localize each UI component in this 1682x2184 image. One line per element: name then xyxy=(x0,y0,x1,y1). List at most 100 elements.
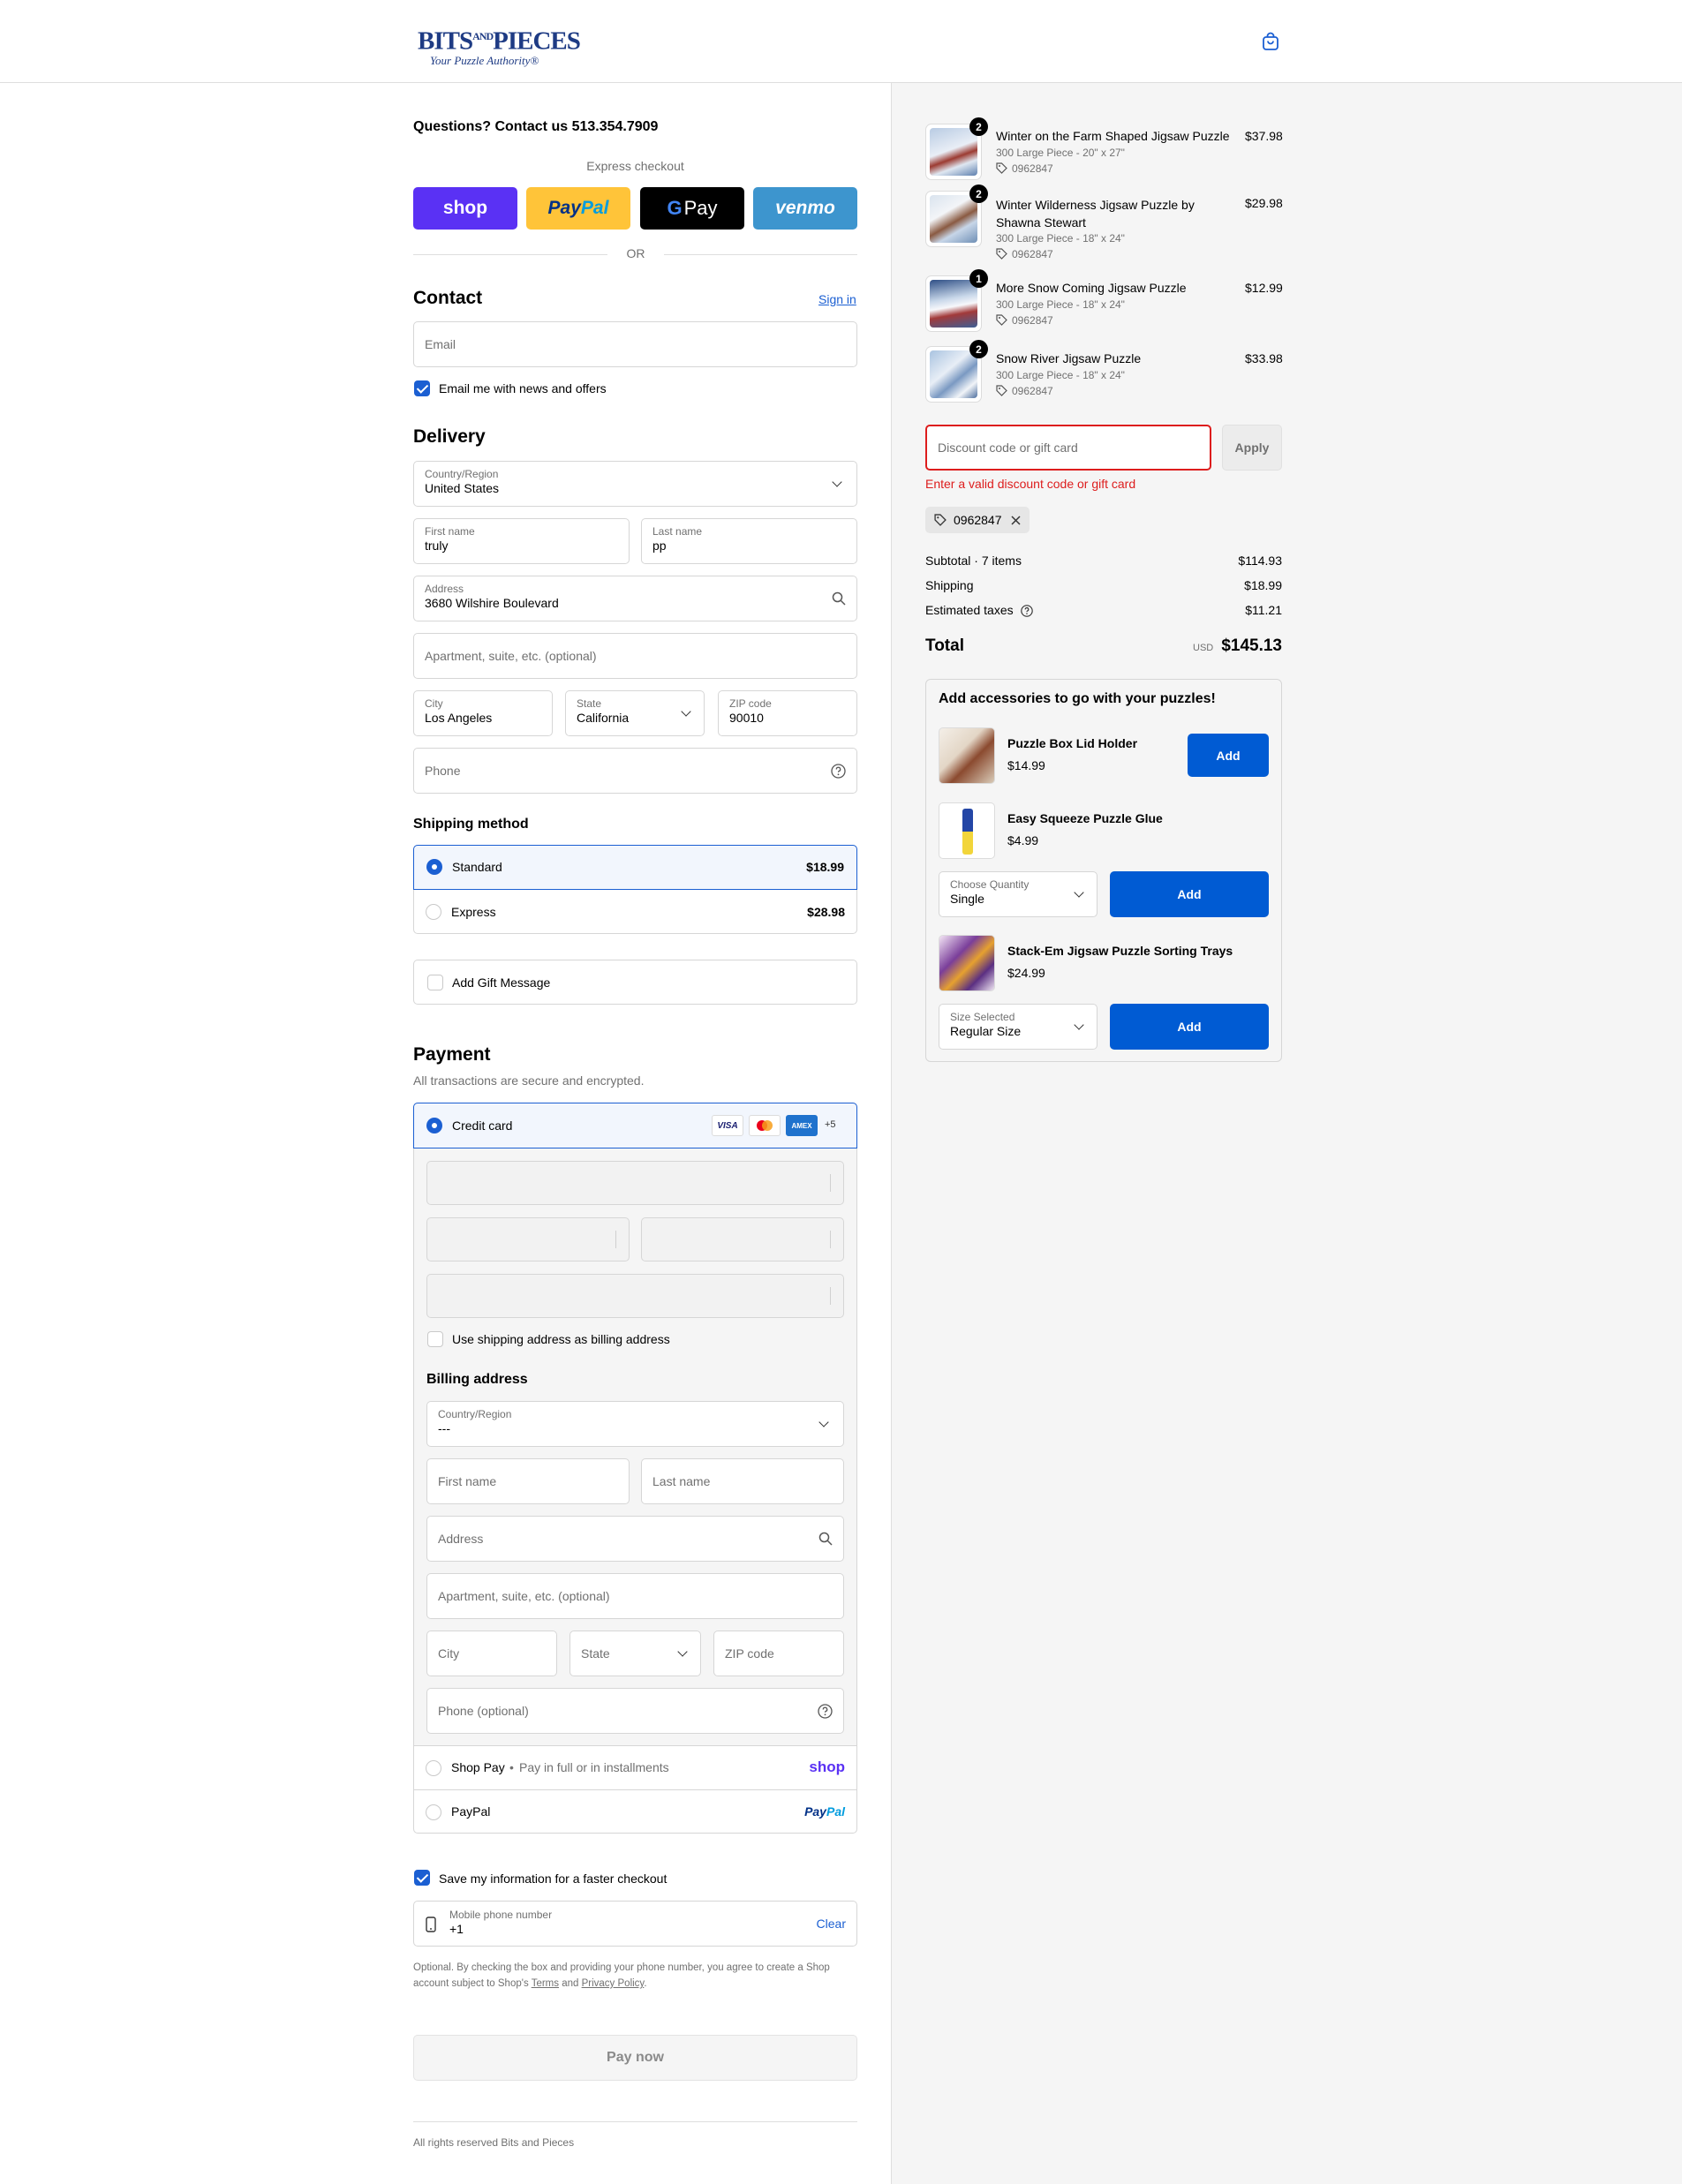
shipping-value: $18.99 xyxy=(1244,578,1282,592)
standard-radio[interactable] xyxy=(426,859,442,875)
help-icon[interactable] xyxy=(831,764,846,779)
email-field[interactable]: Email xyxy=(413,321,857,367)
google-pay-express-button[interactable]: G Pay xyxy=(640,187,744,230)
add-puzzle-box-lid-holder-button[interactable]: Add xyxy=(1188,734,1269,777)
total-label: Total xyxy=(925,636,964,655)
apply-discount-button[interactable]: Apply xyxy=(1222,425,1282,471)
glue-quantity-select[interactable]: Choose Quantity Single xyxy=(939,871,1097,917)
state-select[interactable]: State California xyxy=(565,690,705,736)
puzzle-glue-image xyxy=(939,802,995,859)
search-icon xyxy=(832,591,846,606)
pay-now-button[interactable]: Pay now xyxy=(413,2035,857,2081)
gift-message-label: Add Gift Message xyxy=(452,975,551,990)
chevron-down-icon xyxy=(677,1646,688,1657)
shipping-label: Shipping xyxy=(925,578,974,592)
paypal-express-button[interactable]: Pay Pal xyxy=(526,187,630,230)
more-cards-badge: +5 xyxy=(825,1119,836,1130)
shop-pay-radio[interactable] xyxy=(426,1760,441,1776)
shipping-option-express[interactable]: Express $28.98 xyxy=(413,890,857,934)
billing-country-select[interactable]: Country/Region --- xyxy=(426,1401,844,1447)
mastercard-icon xyxy=(749,1115,781,1136)
close-icon[interactable] xyxy=(1011,516,1021,525)
help-icon[interactable] xyxy=(1021,605,1033,617)
gift-message-checkbox[interactable] xyxy=(427,975,443,990)
standard-label: Standard xyxy=(452,860,502,874)
apartment-field[interactable]: Apartment, suite, etc. (optional) xyxy=(413,633,857,679)
paypal-radio[interactable] xyxy=(426,1804,441,1820)
contact-phone-line: Questions? Contact us 513.354.7909 xyxy=(413,119,659,134)
discount-code-input[interactable]: Discount code or gift card xyxy=(925,425,1211,471)
address-field[interactable]: Address 3680 Wilshire Boulevard xyxy=(413,576,857,621)
billing-address-heading: Billing address xyxy=(426,1372,528,1387)
billing-state-select[interactable]: State xyxy=(569,1630,701,1676)
taxes-value: $11.21 xyxy=(1245,603,1282,617)
express-radio[interactable] xyxy=(426,904,441,920)
billing-apartment-field[interactable]: Apartment, suite, etc. (optional) xyxy=(426,1573,844,1619)
billing-last-name-field[interactable]: Last name xyxy=(641,1458,844,1504)
newsletter-checkbox[interactable] xyxy=(414,380,430,396)
taxes-label: Estimated taxes xyxy=(925,603,1014,617)
payment-heading: Payment xyxy=(413,1044,491,1065)
shopping-bag-icon[interactable] xyxy=(1261,32,1280,51)
billing-city-field[interactable]: City xyxy=(426,1630,557,1676)
gift-message-option[interactable]: Add Gift Message xyxy=(413,960,857,1005)
country-select[interactable]: Country/Region United States xyxy=(413,461,857,507)
billing-zip-field[interactable]: ZIP code xyxy=(713,1630,844,1676)
paypal-option[interactable]: PayPal PayPal xyxy=(413,1789,857,1834)
phone-field[interactable]: Phone xyxy=(413,748,857,794)
security-code-field[interactable] xyxy=(641,1217,844,1261)
mobile-phone-field[interactable]: Mobile phone number +1 Clear xyxy=(413,1901,857,1947)
expiration-field[interactable] xyxy=(426,1217,630,1261)
name-on-card-field[interactable] xyxy=(426,1274,844,1318)
remember-me-label: Save my information for a faster checkou… xyxy=(439,1871,668,1886)
item-price: $33.98 xyxy=(1245,351,1283,365)
product-thumbnail: 2 xyxy=(925,340,988,403)
city-field[interactable]: City Los Angeles xyxy=(413,690,553,736)
chevron-down-icon xyxy=(818,1417,829,1427)
shop-pay-subtitle: Pay in full or in installments xyxy=(519,1760,669,1774)
item-discount-code: 0962847 xyxy=(1012,248,1053,260)
use-shipping-as-billing-checkbox[interactable] xyxy=(427,1331,443,1347)
sign-in-link[interactable]: Sign in xyxy=(818,292,856,306)
tag-icon xyxy=(996,385,1007,396)
item-variant: 300 Large Piece - 20" x 27" xyxy=(996,147,1125,159)
last-name-field[interactable]: Last name pp xyxy=(641,518,857,564)
venmo-express-button[interactable]: venmo xyxy=(753,187,857,230)
product-thumbnail: 2 xyxy=(925,185,988,247)
item-price: $29.98 xyxy=(1245,196,1283,210)
remember-me-checkbox[interactable] xyxy=(414,1870,430,1886)
item-variant: 300 Large Piece - 18" x 24" xyxy=(996,369,1125,381)
express-label: Express xyxy=(451,905,496,919)
privacy-policy-link[interactable]: Privacy Policy xyxy=(582,1978,645,1989)
credit-card-option[interactable]: Credit card VISA AMEX +5 xyxy=(413,1103,857,1148)
shipping-option-standard[interactable]: Standard $18.99 xyxy=(413,845,857,890)
first-name-field[interactable]: First name truly xyxy=(413,518,630,564)
billing-first-name-field[interactable]: First name xyxy=(426,1458,630,1504)
tag-icon xyxy=(934,514,947,526)
contact-heading: Contact xyxy=(413,288,483,308)
billing-address-field[interactable]: Address xyxy=(426,1516,844,1562)
search-icon xyxy=(818,1532,833,1546)
credit-card-radio[interactable] xyxy=(426,1118,442,1133)
terms-link[interactable]: Terms xyxy=(532,1978,559,1989)
tray-size-select[interactable]: Size Selected Regular Size xyxy=(939,1004,1097,1050)
billing-phone-field[interactable]: Phone (optional) xyxy=(426,1688,844,1734)
zip-field[interactable]: ZIP code 90010 xyxy=(718,690,857,736)
applied-discount-chip: 0962847 xyxy=(925,507,1030,533)
chevron-down-icon xyxy=(681,706,691,717)
quantity-badge: 2 xyxy=(969,185,988,203)
add-puzzle-glue-button[interactable]: Add xyxy=(1110,871,1269,917)
help-icon[interactable] xyxy=(818,1704,833,1719)
add-sorting-trays-button[interactable]: Add xyxy=(1110,1004,1269,1050)
shop-pay-express-button[interactable]: shop xyxy=(413,187,517,230)
item-title: More Snow Coming Jigsaw Puzzle xyxy=(996,281,1187,295)
accessories-heading: Add accessories to go with your puzzles! xyxy=(939,691,1216,706)
use-shipping-as-billing-label: Use shipping address as billing address xyxy=(452,1332,670,1346)
clear-phone-link[interactable]: Clear xyxy=(817,1917,846,1931)
brand-logo[interactable]: BITSANDPIECES Your Puzzle Authority® xyxy=(418,23,581,67)
card-number-field[interactable] xyxy=(426,1161,844,1205)
shop-pay-option[interactable]: Shop Pay • Pay in full or in installment… xyxy=(413,1745,857,1789)
paypal-logo: PayPal xyxy=(804,1804,845,1819)
shop-pay-logo: shop xyxy=(809,1758,845,1775)
item-title: Winter Wilderness Jigsaw Puzzle by Shawna… xyxy=(996,198,1195,230)
